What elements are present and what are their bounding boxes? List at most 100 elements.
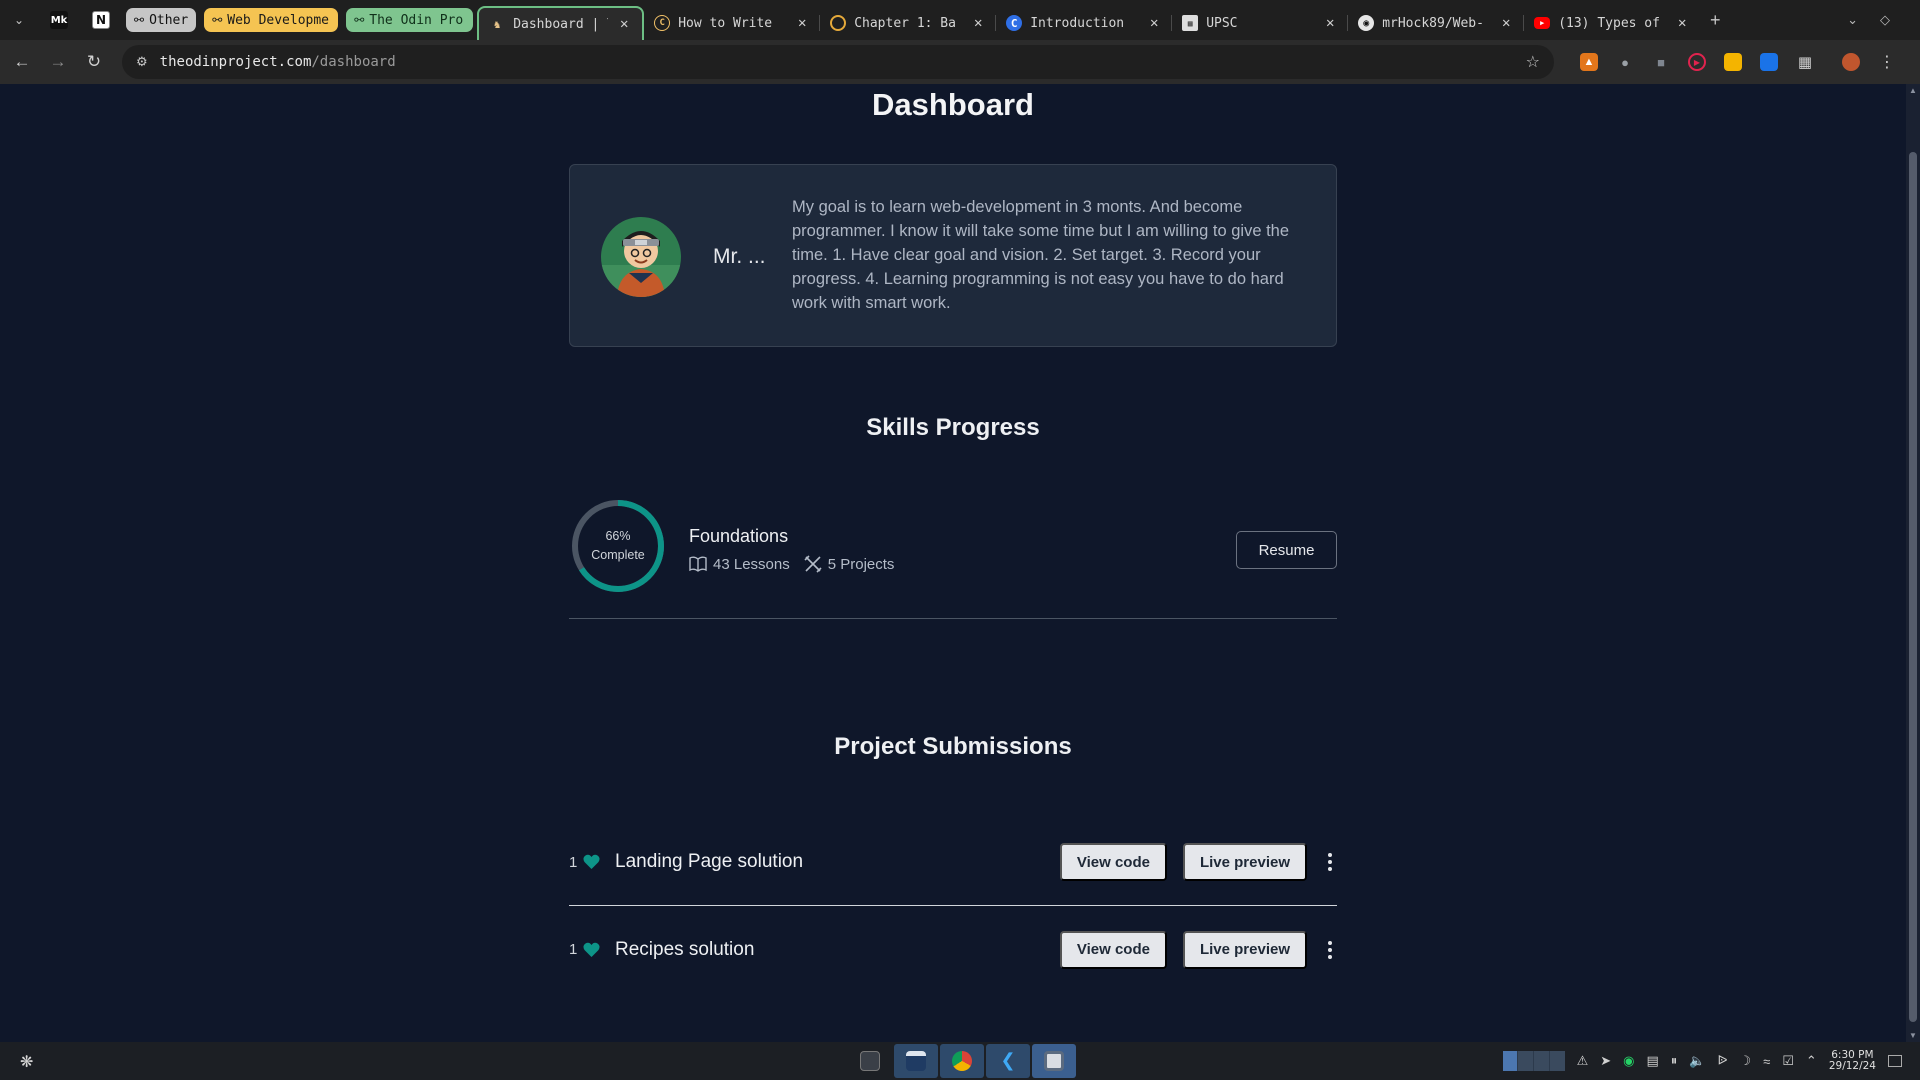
browser-menu-icon[interactable]: ⋮	[1878, 53, 1896, 71]
files-app-icon[interactable]	[894, 1044, 938, 1078]
notifications-icon[interactable]: ⚠	[1577, 1053, 1589, 1069]
clock-date: 29/12/24	[1828, 1060, 1876, 1072]
tab-upsc[interactable]: ▦ UPSC ✕	[1172, 6, 1349, 40]
like-count[interactable]: 1	[569, 941, 615, 958]
lock-icon[interactable]: ☑	[1782, 1053, 1794, 1069]
tab-how-to-write[interactable]: C How to Write ✕	[644, 6, 821, 40]
extensions-puzzle-icon[interactable]: ▦	[1796, 53, 1814, 71]
volume-icon[interactable]: 🔈	[1689, 1053, 1705, 1069]
tab-list-chevron-icon[interactable]: ⌄	[1847, 12, 1858, 28]
tab-introduction[interactable]: C Introduction ✕	[996, 6, 1173, 40]
live-preview-button[interactable]: Live preview	[1182, 843, 1307, 881]
close-tab-icon[interactable]: ✕	[970, 15, 986, 31]
submission-actions: View code Live preview	[1059, 930, 1337, 969]
submission-row: 1 Landing Page solution View code Live p…	[569, 819, 1337, 906]
extension-icon[interactable]	[1760, 53, 1778, 71]
chrome-app-icon[interactable]	[940, 1044, 984, 1078]
progress-percent: 66%	[605, 529, 631, 543]
keep-icon[interactable]	[1724, 53, 1742, 71]
heart-icon[interactable]	[583, 942, 600, 958]
view-code-button[interactable]: View code	[1059, 930, 1167, 969]
lessons-text: 43 Lessons	[713, 555, 790, 573]
odin-icon: ♞	[493, 17, 501, 31]
close-tab-icon[interactable]: ✕	[1498, 15, 1514, 31]
new-tab-button[interactable]: +	[1700, 10, 1730, 31]
diamond-icon[interactable]: ◇	[1880, 12, 1890, 28]
scroll-up-icon[interactable]: ▲	[1906, 86, 1920, 95]
live-preview-button[interactable]: Live preview	[1182, 930, 1307, 969]
wifi-icon[interactable]: ≈	[1763, 1054, 1770, 1069]
pinned-tab-notion[interactable]: N	[80, 0, 122, 40]
tab-search-chevron-icon[interactable]: ⌄	[0, 0, 38, 40]
lessons-count: 43 Lessons	[689, 555, 790, 573]
close-tab-icon[interactable]: ✕	[1146, 15, 1162, 31]
scroll-down-icon[interactable]: ▼	[1906, 1031, 1920, 1040]
close-tab-icon[interactable]: ✕	[1322, 15, 1338, 31]
projects-text: 5 Projects	[827, 555, 895, 573]
tab-group-odin-project[interactable]: ⚯ The Odin Pro	[346, 8, 474, 32]
tab-title: mrHock89/Web-	[1382, 15, 1484, 31]
system-tray: ⚠ ➤ ◉ ▤ ⏸ 🔈 ᐉ ☽ ≈ ☑ ⌃ 6:30 PM 29/12/24	[1502, 1042, 1920, 1080]
reload-button[interactable]: ↻	[76, 44, 112, 80]
night-mode-icon[interactable]: ☽	[1739, 1053, 1751, 1069]
bookmark-star-icon[interactable]: ☆	[1526, 52, 1540, 72]
pinned-tab-medium[interactable]: Mk	[38, 0, 80, 40]
terminal-app-icon[interactable]	[848, 1044, 892, 1078]
launcher-icon[interactable]: ❋	[20, 1052, 33, 1072]
heart-icon[interactable]	[583, 854, 600, 870]
vscode-app-icon[interactable]: ❮	[986, 1044, 1030, 1078]
metamask-icon[interactable]: ▲	[1580, 53, 1598, 71]
resume-button[interactable]: Resume	[1236, 531, 1337, 569]
close-tab-icon[interactable]: ✕	[616, 16, 632, 32]
like-count[interactable]: 1	[569, 854, 615, 871]
close-tab-icon[interactable]: ✕	[1674, 15, 1690, 31]
extension-icon[interactable]: ■	[1652, 53, 1670, 71]
show-desktop-icon[interactable]	[1888, 1055, 1902, 1067]
screenshot-app-icon[interactable]	[1032, 1044, 1076, 1078]
avatar[interactable]	[601, 217, 681, 297]
profile-card: Mr. ... My goal is to learn web-developm…	[569, 164, 1337, 347]
progress-complete-text: Complete	[591, 548, 645, 562]
tab-chapter-1[interactable]: Chapter 1: Ba ✕	[820, 6, 997, 40]
close-tab-icon[interactable]: ✕	[794, 15, 810, 31]
browser-toolbar: ← → ↻ ⚙ theodinproject.com/dashboard ☆ ▲…	[0, 40, 1920, 84]
like-number: 1	[569, 941, 578, 958]
more-options-icon[interactable]	[1323, 940, 1337, 959]
view-code-button[interactable]: View code	[1059, 843, 1167, 881]
tab-title: UPSC	[1206, 15, 1238, 31]
profile-name: Mr. ...	[713, 245, 766, 268]
tab-group-other[interactable]: ⚯ Other	[126, 8, 197, 32]
forward-button[interactable]: →	[40, 44, 76, 80]
os-taskbar: ❋ ❮ ⚠ ➤ ◉ ▤ ⏸ 🔈 ᐉ ☽ ≈ ☑ ⌃ 6:30 PM 29/12/…	[0, 1042, 1920, 1080]
notion-icon: N	[92, 11, 110, 29]
tray-expand-icon[interactable]: ⌃	[1806, 1053, 1817, 1069]
telegram-icon[interactable]: ➤	[1600, 1053, 1611, 1069]
address-bar[interactable]: ⚙ theodinproject.com/dashboard ☆	[122, 45, 1554, 79]
scrollbar-thumb[interactable]	[1909, 152, 1917, 1022]
c-icon: C	[1006, 15, 1023, 31]
tab-dashboard[interactable]: ♞ Dashboard | T ✕	[477, 6, 645, 40]
workspace-switcher[interactable]	[1502, 1051, 1565, 1071]
clipboard-icon[interactable]: ▤	[1646, 1053, 1658, 1069]
tab-youtube[interactable]: ▶ (13) Types of ✕	[1524, 6, 1700, 40]
more-options-icon[interactable]	[1323, 853, 1337, 871]
tab-group-web-development[interactable]: ⚯ Web Developme	[204, 8, 339, 32]
record-icon[interactable]: ▶	[1688, 53, 1706, 71]
skill-name[interactable]: Foundations	[689, 526, 788, 547]
bluetooth-icon[interactable]: ᐉ	[1717, 1053, 1727, 1069]
back-button[interactable]: ←	[4, 44, 40, 80]
whatsapp-icon[interactable]: ◉	[1623, 1053, 1634, 1069]
pause-icon[interactable]: ⏸	[1671, 1053, 1678, 1069]
group-link-icon: ⚯	[134, 13, 145, 27]
extension-icon[interactable]: ●	[1616, 53, 1634, 71]
book-icon	[689, 556, 707, 572]
tab-title: Introduction	[1030, 15, 1125, 31]
clock[interactable]: 6:30 PM 29/12/24	[1829, 1050, 1876, 1072]
page-scrollbar[interactable]: ▲ ▼	[1906, 84, 1920, 1042]
taskbar-apps: ❮	[848, 1044, 1076, 1078]
site-settings-icon[interactable]: ⚙	[136, 54, 148, 70]
tab-github[interactable]: ◉ mrHock89/Web- ✕	[1348, 6, 1525, 40]
profile-avatar-icon[interactable]	[1842, 53, 1860, 71]
submission-name: Recipes solution	[615, 938, 755, 960]
copyright-icon: C	[654, 15, 671, 31]
